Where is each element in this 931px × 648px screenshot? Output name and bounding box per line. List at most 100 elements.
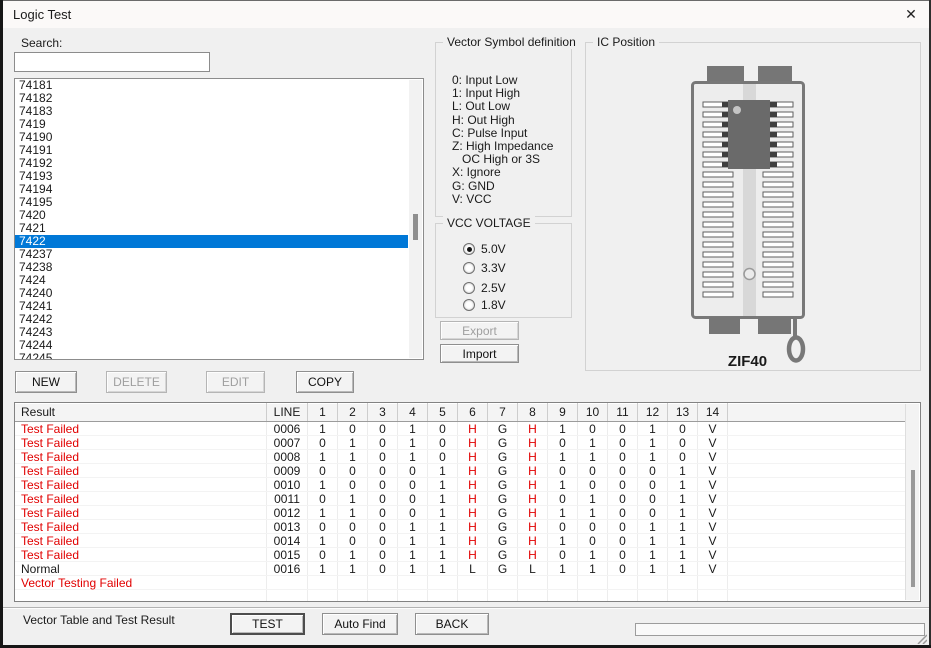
list-item[interactable]: 7424 [15, 274, 423, 287]
vector-cell: 0 [668, 450, 698, 464]
vector-cell: 1 [578, 548, 608, 562]
table-row[interactable]: Test Failed 0009 0 0 0 0 1 H G H 0 0 0 0 1 V [15, 464, 905, 478]
delete-button[interactable]: DELETE [106, 371, 167, 393]
symbol-definition-line: L: Out Low [452, 99, 511, 114]
vector-cell: 1 [668, 478, 698, 492]
list-item[interactable]: 74195 [15, 196, 423, 209]
list-item[interactable]: 7421 [15, 222, 423, 235]
import-button[interactable]: Import [440, 344, 519, 363]
result-cell: Normal [15, 562, 267, 576]
list-item[interactable]: 74241 [15, 300, 423, 313]
list-item[interactable]: 74191 [15, 144, 423, 157]
list-item[interactable]: 74242 [15, 313, 423, 326]
list-item[interactable]: 74183 [15, 105, 423, 118]
vector-cell: 0 [578, 464, 608, 478]
table-row[interactable]: Test Failed 0007 0 1 0 1 0 H G H 0 1 0 1 0 V [15, 436, 905, 450]
vector-cell: H [518, 450, 548, 464]
vector-cell: 1 [668, 520, 698, 534]
radio-button[interactable] [463, 282, 475, 294]
list-item[interactable]: 74182 [15, 92, 423, 105]
list-item[interactable]: 7420 [15, 209, 423, 222]
table-row[interactable]: Test Failed 0015 0 1 0 1 1 H G H 0 1 0 1 1 V [15, 548, 905, 562]
vector-cell [578, 576, 608, 589]
export-button[interactable]: Export [440, 321, 519, 340]
radio-button-selected[interactable] [463, 243, 475, 255]
list-item[interactable]: 74244 [15, 339, 423, 352]
list-item[interactable]: 74190 [15, 131, 423, 144]
table-row[interactable]: Test Failed 0013 0 0 0 1 1 H G H 0 0 0 1 1 V [15, 520, 905, 534]
vector-cell: 1 [668, 548, 698, 562]
vector-cell: 1 [338, 562, 368, 576]
search-input[interactable] [14, 52, 210, 72]
back-button[interactable]: BACK [415, 613, 489, 635]
row-filler [728, 548, 905, 561]
resize-grip[interactable] [917, 634, 927, 644]
table-row[interactable]: Test Failed 0014 1 0 0 1 1 H G H 1 0 0 1 1 V [15, 534, 905, 548]
radio-button[interactable] [463, 299, 475, 311]
vector-cell: 0 [638, 464, 668, 478]
new-button[interactable]: NEW [15, 371, 77, 393]
close-icon[interactable]: ✕ [898, 3, 924, 25]
copy-button[interactable]: COPY [296, 371, 354, 393]
list-item[interactable]: 74192 [15, 157, 423, 170]
edit-button[interactable]: EDIT [206, 371, 265, 393]
separator-line [0, 607, 931, 609]
auto-find-button[interactable]: Auto Find [322, 613, 398, 635]
vector-cell: 0 [428, 436, 458, 450]
vector-result-table[interactable]: Result LINE 1 2 3 4 5 6 7 8 9 10 11 12 13 14 Test Faile… [14, 402, 921, 602]
vector-cell [458, 576, 488, 589]
list-item[interactable]: 74238 [15, 261, 423, 274]
result-cell: Test Failed [15, 464, 267, 478]
vector-cell: 1 [308, 506, 338, 520]
column-header: 2 [338, 403, 368, 421]
table-row[interactable]: Test Failed 0006 1 0 0 1 0 H G H 1 0 0 1 0 V [15, 422, 905, 436]
vector-cell: 0 [608, 464, 638, 478]
listbox-scrollbar[interactable] [409, 80, 422, 358]
vector-cell: V [698, 422, 728, 436]
table-footer-row[interactable]: Vector Testing Failed [15, 576, 905, 590]
list-item[interactable]: 74194 [15, 183, 423, 196]
row-filler [728, 534, 905, 547]
list-item[interactable]: 74181 [15, 79, 423, 92]
vector-cell [548, 590, 578, 601]
list-item[interactable]: 74237 [15, 248, 423, 261]
vector-cell [518, 576, 548, 589]
vcc-option-3.3v[interactable]: 3.3V [463, 261, 506, 275]
vector-cell [338, 590, 368, 601]
radio-button[interactable] [463, 262, 475, 274]
vcc-option-1.8v[interactable]: 1.8V [463, 298, 506, 312]
listbox-scrollbar-thumb[interactable] [413, 214, 418, 240]
list-item[interactable]: 74243 [15, 326, 423, 339]
list-item-selected[interactable]: 7422 [15, 235, 408, 248]
vector-cell: 1 [398, 548, 428, 562]
table-row[interactable]: Test Failed 0012 1 1 0 0 1 H G H 1 1 0 0 1 V [15, 506, 905, 520]
list-item[interactable]: 74240 [15, 287, 423, 300]
line-cell: 0013 [267, 520, 308, 534]
table-scrollbar[interactable] [905, 404, 919, 600]
vector-cell [338, 576, 368, 589]
table-scrollbar-thumb[interactable] [911, 470, 915, 587]
vector-cell: G [488, 492, 518, 506]
zif-socket-graphic [691, 66, 806, 363]
vector-cell: H [458, 520, 488, 534]
table-empty-row[interactable] [15, 590, 905, 601]
table-row[interactable]: Test Failed 0008 1 1 0 1 0 H G H 1 1 0 1 0 V [15, 450, 905, 464]
column-header: 11 [608, 403, 638, 421]
vcc-option-5.0v[interactable]: 5.0V [463, 242, 506, 256]
list-item[interactable]: 74245 [15, 352, 423, 360]
ic-listbox[interactable]: 74181 74182 74183 7419 74190 74191 74192 74193 7… [14, 78, 424, 360]
vcc-voltage-group: VCC VOLTAGE 5.0V 3.3V 2.5V 1.8V [435, 216, 572, 318]
vector-cell: 0 [368, 548, 398, 562]
test-button[interactable]: TEST [230, 613, 305, 635]
column-header: 14 [698, 403, 728, 421]
vector-cell [488, 576, 518, 589]
vcc-option-2.5v[interactable]: 2.5V [463, 281, 506, 295]
table-row[interactable]: Test Failed 0011 0 1 0 0 1 H G H 0 1 0 0 1 V [15, 492, 905, 506]
vector-cell: 0 [428, 450, 458, 464]
vector-cell: G [488, 562, 518, 576]
list-item[interactable]: 74193 [15, 170, 423, 183]
table-row[interactable]: Normal 0016 1 1 0 1 1 L G L 1 1 0 1 1 V [15, 562, 905, 576]
table-row[interactable]: Test Failed 0010 1 0 0 0 1 H G H 1 0 0 0 1 V [15, 478, 905, 492]
list-item[interactable]: 7419 [15, 118, 423, 131]
vector-cell: 1 [548, 450, 578, 464]
